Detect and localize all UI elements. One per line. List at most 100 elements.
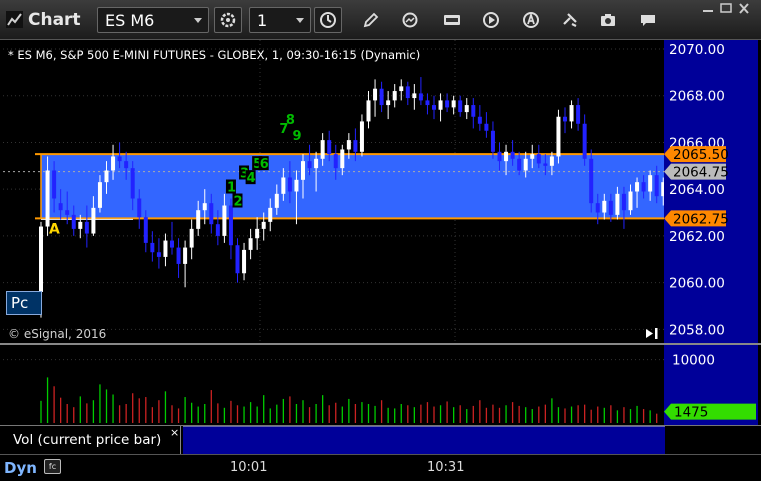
candle-body — [189, 228, 194, 248]
pencil-icon[interactable] — [361, 10, 381, 30]
candle-body — [589, 158, 594, 204]
candle-body — [91, 207, 96, 234]
chart-app-icon — [6, 11, 23, 28]
candle — [484, 112, 489, 138]
volume-bars — [3, 359, 664, 423]
candle-body — [549, 156, 554, 166]
copyright-text: © eSignal, 2016 — [8, 327, 107, 341]
candle-body — [124, 161, 129, 169]
candle-body — [595, 203, 600, 213]
candle-body — [78, 221, 83, 229]
candle-body — [163, 240, 168, 257]
candle-body — [307, 161, 312, 169]
candle-body — [248, 238, 253, 250]
sequence-label: 8 — [286, 113, 295, 128]
camera-icon[interactable] — [598, 10, 618, 30]
candle-body — [261, 221, 266, 229]
gear-icon — [220, 12, 236, 28]
scroll-to-end-icon[interactable] — [644, 327, 660, 340]
candle-body — [45, 170, 50, 227]
refresh-icon[interactable] — [400, 10, 420, 30]
symbol-options-button[interactable] — [214, 7, 242, 33]
bid-ask-icon[interactable] — [442, 10, 462, 30]
candle-body — [156, 252, 161, 257]
candle — [228, 198, 233, 260]
chat-icon[interactable] — [638, 10, 658, 30]
volume-chart-pane[interactable] — [3, 345, 664, 425]
price-tick-label: 2062.00 — [669, 229, 725, 245]
interval-selector[interactable]: 1 — [249, 7, 311, 33]
chevron-down-icon — [296, 18, 304, 23]
sequence-label: 9 — [292, 129, 301, 144]
candle-body — [130, 168, 135, 199]
candle — [183, 240, 188, 288]
candle-body — [477, 116, 482, 124]
study-close-icon[interactable]: × — [170, 426, 179, 439]
candle-body — [65, 210, 70, 215]
candle-body — [556, 116, 561, 157]
candle — [176, 238, 181, 278]
candle-body — [425, 100, 430, 106]
time-tick-label: 10:31 — [427, 460, 465, 475]
candle-body — [215, 224, 220, 236]
symbol-value: ES M6 — [105, 11, 155, 30]
candle-body — [202, 203, 207, 211]
candle — [248, 228, 253, 260]
alert-icon[interactable] — [521, 10, 541, 30]
dynamic-session-button[interactable]: Dyn — [4, 459, 37, 477]
candle-body — [52, 170, 57, 199]
candle — [163, 233, 168, 267]
price-tick-label: 2064.00 — [669, 182, 725, 198]
candle-body — [228, 205, 233, 246]
volume-value-tag-text: 1475 — [674, 405, 708, 421]
candle-body — [602, 200, 607, 213]
candle-body — [176, 247, 181, 264]
candle-body — [621, 193, 626, 211]
candle-body — [386, 100, 391, 106]
candle — [563, 107, 567, 134]
time-axis[interactable] — [0, 454, 761, 481]
candle — [386, 91, 391, 120]
symbol-selector[interactable]: ES M6 — [97, 7, 209, 33]
close-icon[interactable] — [736, 2, 752, 15]
price-axis[interactable]: 2058.002060.002062.002064.002066.002068.… — [664, 40, 758, 343]
volume-axis[interactable]: 10000 1475 — [664, 345, 758, 425]
fc-icon[interactable]: fc — [44, 459, 61, 474]
candle-body — [353, 140, 358, 152]
band-lower-tag: 2062.75 — [664, 210, 729, 227]
candle-body — [373, 88, 378, 101]
candle — [366, 91, 371, 129]
candle-body — [412, 93, 417, 99]
window-title: Chart — [28, 10, 81, 30]
candle — [255, 217, 260, 250]
pc-badge-label: Pc — [11, 294, 29, 312]
price-tick-label: 2070.00 — [669, 42, 725, 58]
a-marker-label: A — [49, 221, 60, 237]
candle — [399, 79, 404, 101]
volume-study-label-box[interactable]: Vol (current price bar) — [3, 426, 181, 454]
candle-body — [170, 240, 174, 248]
candle-body — [183, 247, 188, 264]
candle-body — [359, 121, 364, 152]
candle-body — [274, 193, 279, 208]
maximize-icon[interactable] — [718, 2, 734, 15]
candle-body — [628, 191, 633, 211]
candle-body — [445, 100, 450, 108]
play-icon[interactable] — [481, 10, 501, 30]
candle-body — [287, 177, 292, 192]
candle-body — [641, 182, 646, 192]
candle — [379, 81, 384, 113]
link-icon[interactable] — [560, 10, 580, 30]
price-chart-pane[interactable]: A 123456789 — [3, 40, 664, 343]
band-lower-tag-text: 2062.75 — [673, 211, 729, 227]
candle-body — [84, 221, 89, 234]
candle-body — [281, 177, 286, 194]
candle-body — [654, 175, 659, 197]
candle — [432, 95, 436, 120]
volume-study-strip — [183, 426, 665, 454]
candle-body — [327, 140, 332, 155]
interval-options-button[interactable] — [314, 7, 342, 33]
minimize-icon[interactable] — [700, 2, 716, 15]
chart-description: * ES M6, S&P 500 E-MINI FUTURES - GLOBEX… — [8, 48, 421, 62]
candle — [373, 79, 378, 117]
